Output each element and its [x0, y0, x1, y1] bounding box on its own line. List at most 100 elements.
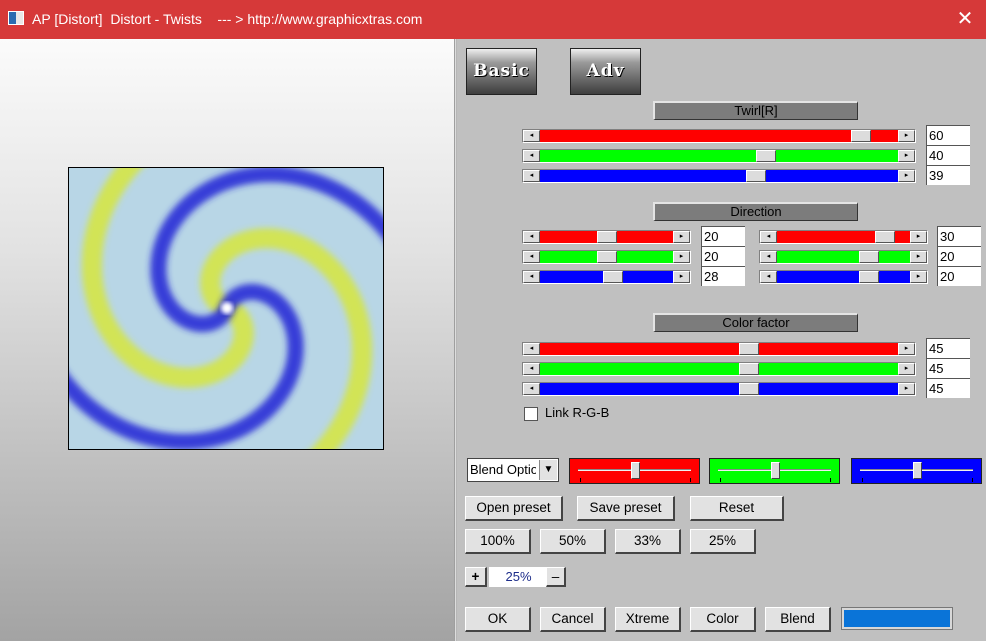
tab-adv[interactable]: Adv: [570, 48, 641, 95]
color-factor-1-slider[interactable]: ◂ ▸: [522, 362, 916, 376]
color-factor-0-thumb[interactable]: [739, 343, 759, 355]
link-rgb-checkbox[interactable]: [524, 407, 538, 421]
direction-right-1-value[interactable]: 20: [937, 246, 981, 266]
direction-right-0-thumb[interactable]: [875, 231, 895, 243]
color-factor-1-value[interactable]: 45: [926, 358, 970, 378]
tab-basic[interactable]: Basic: [466, 48, 537, 95]
direction-right-0-track[interactable]: [777, 231, 910, 243]
direction-right-2-value[interactable]: 20: [937, 266, 981, 286]
direction-right-1-thumb[interactable]: [859, 251, 879, 263]
xtreme-button[interactable]: Xtreme: [615, 607, 681, 632]
twirl-1-slider[interactable]: ◂ ▸: [522, 149, 916, 163]
blend-options-select[interactable]: Blend Options ▼: [467, 458, 559, 482]
direction-right-2-track[interactable]: [777, 271, 910, 283]
twirl-0-thumb[interactable]: [851, 130, 871, 142]
direction-right-1-track[interactable]: [777, 251, 910, 263]
color-factor-0-slider[interactable]: ◂ ▸: [522, 342, 916, 356]
twirl-1-track[interactable]: [540, 150, 898, 162]
arrow-right-icon[interactable]: ▸: [673, 271, 690, 283]
arrow-left-icon[interactable]: ◂: [760, 231, 777, 243]
direction-right-2-slider[interactable]: ◂ ▸: [759, 270, 928, 284]
twirl-0-value[interactable]: 60: [926, 125, 970, 145]
direction-right-0-value[interactable]: 30: [937, 226, 981, 246]
zoom-33-button[interactable]: 33%: [615, 529, 681, 554]
arrow-left-icon[interactable]: ◂: [523, 271, 540, 283]
arrow-right-icon[interactable]: ▸: [898, 170, 915, 182]
zoom-100-button[interactable]: 100%: [465, 529, 531, 554]
reset-button[interactable]: Reset: [690, 496, 784, 521]
arrow-left-icon[interactable]: ◂: [523, 231, 540, 243]
twirl-2-value[interactable]: 39: [926, 165, 970, 185]
chevron-down-icon[interactable]: ▼: [539, 460, 557, 480]
direction-right-0-slider[interactable]: ◂ ▸: [759, 230, 928, 244]
direction-right-2-thumb[interactable]: [859, 271, 879, 283]
arrow-right-icon[interactable]: ▸: [673, 251, 690, 263]
color-channel-slider-0[interactable]: [569, 458, 700, 484]
color-factor-2-thumb[interactable]: [739, 383, 759, 395]
arrow-right-icon[interactable]: ▸: [673, 231, 690, 243]
arrow-right-icon[interactable]: ▸: [898, 130, 915, 142]
color-channel-thumb[interactable]: [771, 462, 780, 479]
arrow-left-icon[interactable]: ◂: [760, 251, 777, 263]
arrow-left-icon[interactable]: ◂: [523, 150, 540, 162]
twirl-2-slider[interactable]: ◂ ▸: [522, 169, 916, 183]
arrow-left-icon[interactable]: ◂: [523, 130, 540, 142]
arrow-right-icon[interactable]: ▸: [910, 271, 927, 283]
direction-left-0-value[interactable]: 20: [701, 226, 745, 246]
twirl-2-track[interactable]: [540, 170, 898, 182]
arrow-right-icon[interactable]: ▸: [910, 231, 927, 243]
arrow-left-icon[interactable]: ◂: [523, 170, 540, 182]
blend-button[interactable]: Blend: [765, 607, 831, 632]
arrow-left-icon[interactable]: ◂: [523, 343, 540, 355]
direction-left-0-slider[interactable]: ◂ ▸: [522, 230, 691, 244]
direction-left-1-track[interactable]: [540, 251, 673, 263]
cancel-button[interactable]: Cancel: [540, 607, 606, 632]
arrow-left-icon[interactable]: ◂: [523, 383, 540, 395]
arrow-right-icon[interactable]: ▸: [898, 383, 915, 395]
arrow-right-icon[interactable]: ▸: [898, 343, 915, 355]
color-button[interactable]: Color: [690, 607, 756, 632]
color-factor-2-value[interactable]: 45: [926, 378, 970, 398]
twirl-1-thumb[interactable]: [756, 150, 776, 162]
direction-left-0-track[interactable]: [540, 231, 673, 243]
color-factor-2-track[interactable]: [540, 383, 898, 395]
color-factor-1-track[interactable]: [540, 363, 898, 375]
twirl-0-track[interactable]: [540, 130, 898, 142]
zoom-50-button[interactable]: 50%: [540, 529, 606, 554]
color-swatch[interactable]: [841, 607, 953, 630]
direction-left-0-thumb[interactable]: [597, 231, 617, 243]
twirl-1-value[interactable]: 40: [926, 145, 970, 165]
open-preset-button[interactable]: Open preset: [465, 496, 563, 521]
ok-button[interactable]: OK: [465, 607, 531, 632]
color-channel-slider-1[interactable]: [709, 458, 840, 484]
direction-left-1-thumb[interactable]: [597, 251, 617, 263]
close-icon[interactable]: ✕: [952, 6, 978, 32]
arrow-right-icon[interactable]: ▸: [898, 363, 915, 375]
color-factor-2-slider[interactable]: ◂ ▸: [522, 382, 916, 396]
direction-left-1-slider[interactable]: ◂ ▸: [522, 250, 691, 264]
direction-left-2-track[interactable]: [540, 271, 673, 283]
direction-left-1-value[interactable]: 20: [701, 246, 745, 266]
arrow-right-icon[interactable]: ▸: [910, 251, 927, 263]
zoom-in-button[interactable]: +: [465, 567, 487, 587]
color-channel-thumb[interactable]: [631, 462, 640, 479]
direction-left-2-slider[interactable]: ◂ ▸: [522, 270, 691, 284]
zoom-out-button[interactable]: –: [546, 567, 566, 587]
arrow-left-icon[interactable]: ◂: [760, 271, 777, 283]
twirl-0-slider[interactable]: ◂ ▸: [522, 129, 916, 143]
arrow-left-icon[interactable]: ◂: [523, 363, 540, 375]
color-channel-slider-2[interactable]: [851, 458, 982, 484]
color-factor-1-thumb[interactable]: [739, 363, 759, 375]
arrow-left-icon[interactable]: ◂: [523, 251, 540, 263]
direction-right-1-slider[interactable]: ◂ ▸: [759, 250, 928, 264]
color-factor-0-track[interactable]: [540, 343, 898, 355]
direction-left-2-value[interactable]: 28: [701, 266, 745, 286]
twirl-2-thumb[interactable]: [746, 170, 766, 182]
zoom-value-field[interactable]: 25%: [489, 567, 548, 587]
direction-left-2-thumb[interactable]: [603, 271, 623, 283]
zoom-25-button[interactable]: 25%: [690, 529, 756, 554]
color-factor-0-value[interactable]: 45: [926, 338, 970, 358]
save-preset-button[interactable]: Save preset: [577, 496, 675, 521]
color-channel-thumb[interactable]: [913, 462, 922, 479]
arrow-right-icon[interactable]: ▸: [898, 150, 915, 162]
